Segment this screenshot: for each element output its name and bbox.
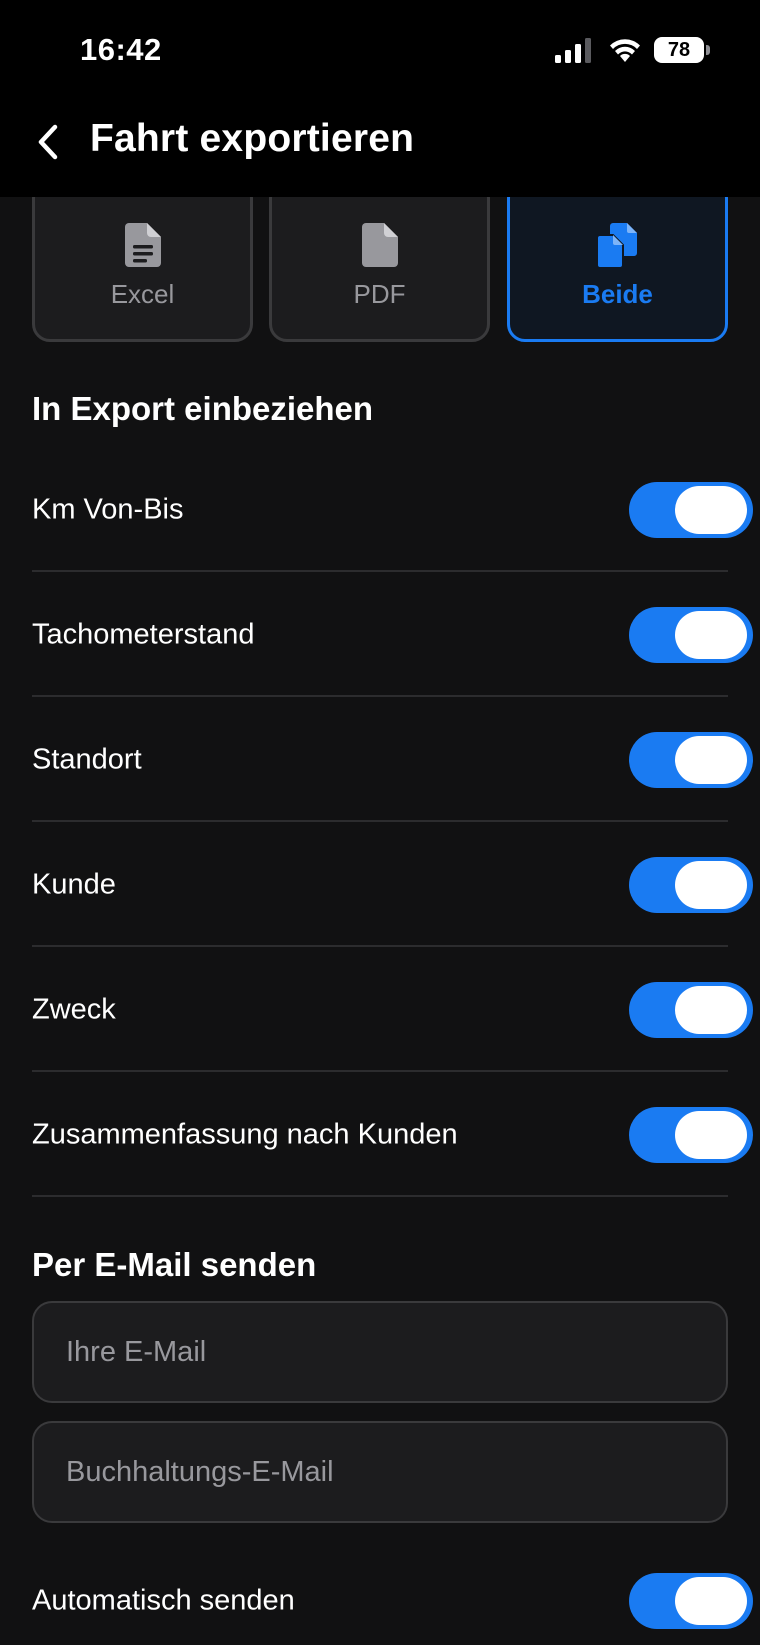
switch-knob <box>675 486 747 534</box>
battery-level: 78 <box>654 37 704 63</box>
divider <box>32 820 728 822</box>
toggle-label: Kunde <box>32 868 116 901</box>
switch-knob <box>675 861 747 909</box>
section-title-email: Per E-Mail senden <box>32 1246 317 1283</box>
format-option-both[interactable]: Beide <box>507 180 728 342</box>
toggle-row-zusammenfassung: Zusammenfassung nach Kunden <box>32 1073 760 1197</box>
page-title: Fahrt exportieren <box>90 117 415 160</box>
toggle-row-auto-send: Automatisch senden <box>32 1539 760 1645</box>
toggle-switch-zweck[interactable] <box>629 982 753 1038</box>
status-time: 16:42 <box>80 32 162 67</box>
toggle-switch-standort[interactable] <box>629 732 753 788</box>
toggle-switch-km-von-bis[interactable] <box>629 482 753 538</box>
battery-icon: 78 <box>654 36 710 64</box>
spreadsheet-file-icon <box>124 223 161 267</box>
multiple-files-icon <box>596 223 637 269</box>
divider <box>32 1070 728 1072</box>
status-bar: 16:42 78 <box>0 0 760 100</box>
back-button[interactable] <box>30 116 66 168</box>
divider <box>32 1195 728 1197</box>
toggle-label: Automatisch senden <box>32 1584 295 1617</box>
format-label: Beide <box>582 279 653 309</box>
accounting-email-input[interactable] <box>66 1455 694 1489</box>
toggle-row-km-von-bis: Km Von-Bis <box>32 448 760 572</box>
format-label: PDF <box>353 279 406 309</box>
toggle-label: Zusammenfassung nach Kunden <box>32 1118 458 1151</box>
section-title-include: In Export einbeziehen <box>32 390 374 427</box>
cellular-signal-icon <box>555 38 591 63</box>
toggle-label: Standort <box>32 743 142 776</box>
chevron-left-icon <box>38 124 58 160</box>
format-label: Excel <box>110 279 175 309</box>
toggle-switch-tachometerstand[interactable] <box>629 607 753 663</box>
toggle-label: Km Von-Bis <box>32 493 184 526</box>
switch-knob <box>675 1577 747 1625</box>
divider <box>32 945 728 947</box>
your-email-input[interactable] <box>66 1335 694 1369</box>
toggle-switch-auto-send[interactable] <box>629 1573 753 1629</box>
toggle-label: Tachometerstand <box>32 618 255 651</box>
divider <box>32 695 728 697</box>
divider <box>32 570 728 572</box>
file-icon <box>361 223 398 267</box>
format-selector: Excel PDF Beide <box>32 180 728 342</box>
switch-knob <box>675 986 747 1034</box>
toggle-switch-kunde[interactable] <box>629 857 753 913</box>
switch-knob <box>675 611 747 659</box>
toggle-row-standort: Standort <box>32 698 760 822</box>
wifi-icon <box>610 39 640 62</box>
toggle-row-tachometerstand: Tachometerstand <box>32 573 760 697</box>
format-option-excel[interactable]: Excel <box>32 180 253 342</box>
export-trip-screen: 16:42 78 Fahrt exportieren Excel PDF Bei… <box>0 0 760 1645</box>
toggle-row-kunde: Kunde <box>32 823 760 947</box>
switch-knob <box>675 736 747 784</box>
switch-knob <box>675 1111 747 1159</box>
toggle-switch-zusammenfassung[interactable] <box>629 1107 753 1163</box>
toggle-label: Zweck <box>32 993 116 1026</box>
format-option-pdf[interactable]: PDF <box>269 180 490 342</box>
toggle-row-zweck: Zweck <box>32 948 760 1072</box>
accounting-email-field <box>32 1421 728 1523</box>
header: 16:42 78 Fahrt exportieren <box>0 0 760 197</box>
battery-tip <box>706 45 710 55</box>
your-email-field <box>32 1301 728 1403</box>
